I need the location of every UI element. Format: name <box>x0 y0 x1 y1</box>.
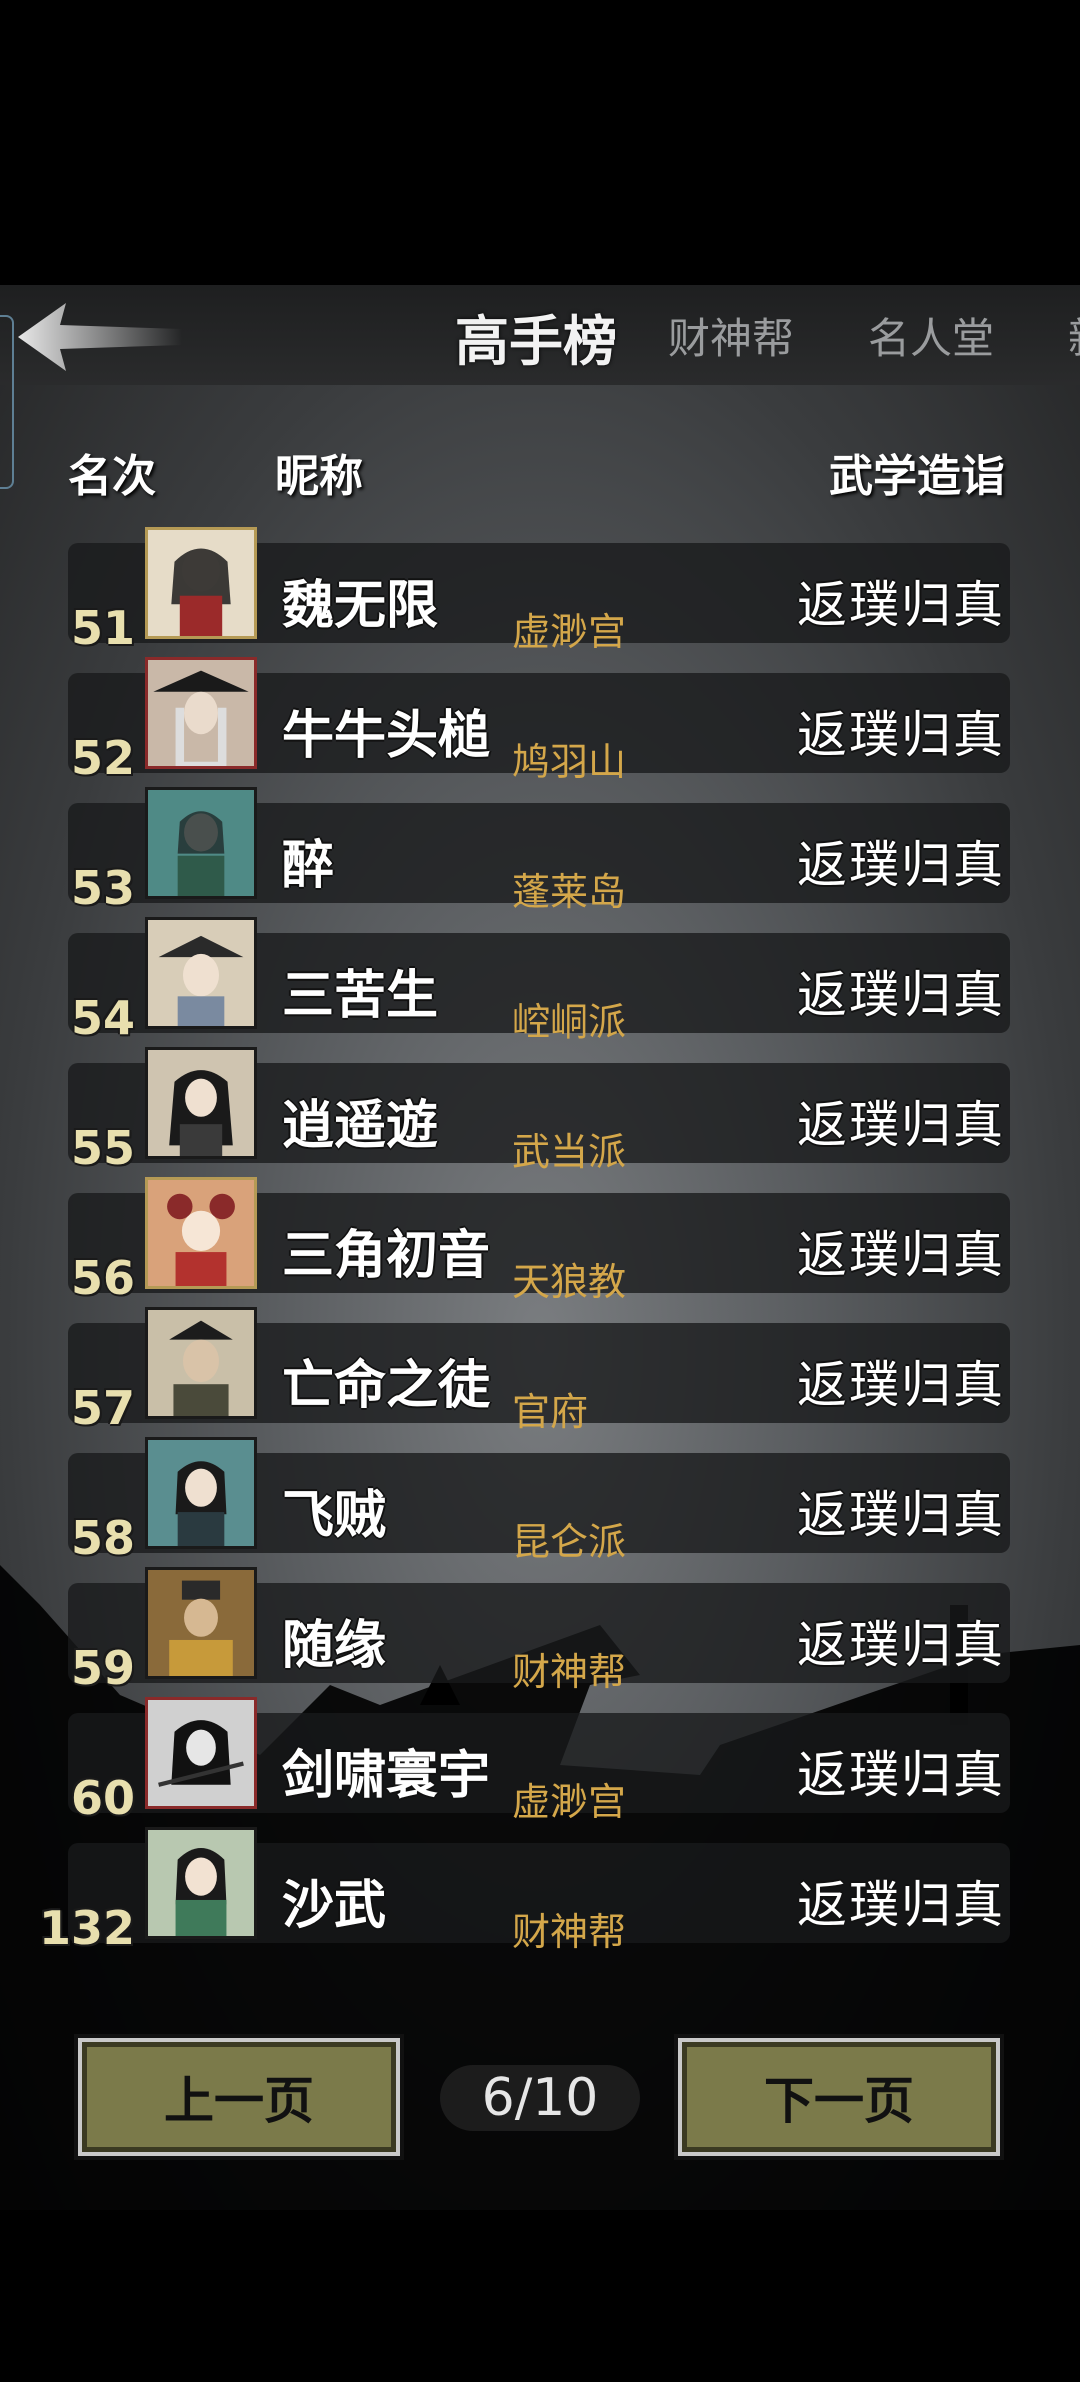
avatar[interactable] <box>145 1307 257 1419</box>
skill-level: 返璞归真 <box>797 966 1005 1024</box>
skill-level: 返璞归真 <box>797 836 1005 894</box>
rank-number: 52 <box>70 731 135 785</box>
tab-hall-of-fame[interactable]: 名人堂 <box>868 305 994 366</box>
sect-name: 虚渺宫 <box>512 610 627 654</box>
sect-name: 鸠羽山 <box>512 740 627 784</box>
skill-level: 返璞归真 <box>797 576 1005 634</box>
sect-name: 武当派 <box>512 1130 627 1174</box>
rank-number: 132 <box>38 1901 135 1955</box>
player-nickname: 三苦生 <box>282 966 439 1026</box>
header-nickname: 昵称 <box>275 451 363 502</box>
list-item[interactable]: 57 亡命之徒 官府 返璞归真 <box>0 1307 1080 1445</box>
player-nickname: 飞贼 <box>282 1486 387 1546</box>
skill-level: 返璞归真 <box>797 1356 1005 1414</box>
skill-level: 返璞归真 <box>797 1876 1005 1934</box>
skill-level: 返璞归真 <box>797 1616 1005 1674</box>
list-item[interactable]: 51 魏无限 虚渺宫 返璞归真 <box>0 527 1080 665</box>
list-item[interactable]: 60 剑啸寰宇 虚渺宫 返璞归真 <box>0 1697 1080 1835</box>
sect-name: 蓬莱岛 <box>512 870 627 914</box>
sect-name: 昆仑派 <box>512 1520 627 1564</box>
avatar[interactable] <box>145 787 257 899</box>
leaderboard-panel: 高手榜 财神帮 名人堂 新 名次 昵称 武学造诣 51 魏无限 虚渺宫 返璞归真… <box>0 285 1080 2210</box>
player-nickname: 剑啸寰宇 <box>282 1746 491 1806</box>
avatar[interactable] <box>145 1047 257 1159</box>
player-nickname: 逍遥遊 <box>282 1096 439 1156</box>
avatar[interactable] <box>145 527 257 639</box>
skill-level: 返璞归真 <box>797 706 1005 764</box>
back-arrow-icon[interactable] <box>14 299 184 375</box>
sect-name: 虚渺宫 <box>512 1780 627 1824</box>
header-skill: 武学造诣 <box>829 451 1005 502</box>
avatar[interactable] <box>145 1827 257 1939</box>
tab-new[interactable]: 新 <box>1068 305 1080 366</box>
avatar[interactable] <box>145 1567 257 1679</box>
rank-number: 60 <box>70 1771 135 1825</box>
header-rank: 名次 <box>68 451 156 502</box>
avatar[interactable] <box>145 1437 257 1549</box>
list-item[interactable]: 56 三角初音 天狼教 返璞归真 <box>0 1177 1080 1315</box>
sect-name: 财神帮 <box>512 1910 627 1954</box>
list-item[interactable]: 55 逍遥遊 武当派 返璞归真 <box>0 1047 1080 1185</box>
tab-masters[interactable]: 高手榜 <box>455 297 617 376</box>
skill-level: 返璞归真 <box>797 1746 1005 1804</box>
rank-number: 56 <box>70 1251 135 1305</box>
rank-number: 59 <box>70 1641 135 1695</box>
rank-number: 58 <box>70 1511 135 1565</box>
player-nickname: 沙武 <box>282 1876 387 1936</box>
rank-number: 55 <box>70 1121 135 1175</box>
tab-caishen-guild[interactable]: 财神帮 <box>668 305 794 366</box>
player-nickname: 随缘 <box>282 1616 387 1676</box>
avatar[interactable] <box>145 1697 257 1809</box>
rank-number: 53 <box>70 861 135 915</box>
player-nickname: 魏无限 <box>282 576 439 636</box>
sect-name: 天狼教 <box>512 1260 627 1304</box>
sect-name: 崆峒派 <box>512 1000 627 1044</box>
prev-page-button[interactable]: 上一页 <box>74 2034 404 2160</box>
list-item[interactable]: 59 随缘 财神帮 返璞归真 <box>0 1567 1080 1705</box>
side-tab-edge <box>0 315 14 489</box>
rank-number: 51 <box>70 601 135 655</box>
page-indicator: 6/10 <box>440 2065 640 2131</box>
skill-level: 返璞归真 <box>797 1096 1005 1154</box>
rank-number: 57 <box>70 1381 135 1435</box>
player-nickname: 牛牛头槌 <box>282 706 491 766</box>
sect-name: 官府 <box>512 1390 589 1434</box>
skill-level: 返璞归真 <box>797 1226 1005 1284</box>
list-item[interactable]: 58 飞贼 昆仑派 返璞归真 <box>0 1437 1080 1575</box>
next-page-button[interactable]: 下一页 <box>674 2034 1004 2160</box>
avatar[interactable] <box>145 1177 257 1289</box>
avatar[interactable] <box>145 917 257 1029</box>
list-item[interactable]: 132 沙武 财神帮 返璞归真 <box>0 1827 1080 1965</box>
sect-name: 财神帮 <box>512 1650 627 1694</box>
player-nickname: 醉 <box>282 836 335 896</box>
list-item[interactable]: 52 牛牛头槌 鸠羽山 返璞归真 <box>0 657 1080 795</box>
list-item[interactable]: 54 三苦生 崆峒派 返璞归真 <box>0 917 1080 1055</box>
skill-level: 返璞归真 <box>797 1486 1005 1544</box>
top-bar: 高手榜 财神帮 名人堂 新 <box>0 285 1080 489</box>
list-item[interactable]: 53 醉 蓬莱岛 返璞归真 <box>0 787 1080 925</box>
player-nickname: 三角初音 <box>282 1226 491 1286</box>
player-nickname: 亡命之徒 <box>282 1356 491 1416</box>
avatar[interactable] <box>145 657 257 769</box>
rank-number: 54 <box>70 991 135 1045</box>
